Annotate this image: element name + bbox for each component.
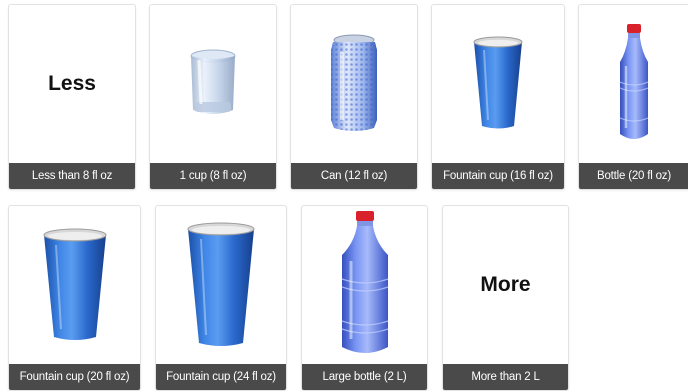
option-image: Less: [9, 5, 135, 163]
option-label: Bottle (20 fl oz): [579, 163, 688, 189]
option-label: Can (12 fl oz): [291, 163, 417, 189]
large-bottle-icon: [341, 211, 388, 353]
option-image: [302, 206, 427, 364]
fountain-cup-icon: [43, 228, 106, 340]
more-text-icon: More: [480, 273, 531, 296]
option-less-than-8-oz[interactable]: Less Less than 8 fl oz: [8, 4, 136, 190]
option-label: Fountain cup (16 fl oz): [432, 163, 564, 189]
option-image: [9, 206, 140, 364]
fountain-cup-icon: [473, 36, 523, 129]
option-label: More than 2 L: [443, 364, 568, 390]
option-fountain-cup-16[interactable]: Fountain cup (16 fl oz): [431, 4, 565, 190]
option-fountain-cup-24[interactable]: Fountain cup (24 fl oz): [155, 205, 287, 391]
option-large-bottle[interactable]: Large bottle (2 L): [301, 205, 428, 391]
option-image: [432, 5, 564, 163]
bottle-icon: [619, 24, 649, 139]
option-label: Less than 8 fl oz: [9, 163, 135, 189]
option-label: 1 cup (8 fl oz): [150, 163, 276, 189]
option-1-cup[interactable]: 1 cup (8 fl oz): [149, 4, 277, 190]
option-can[interactable]: Can (12 fl oz): [290, 4, 418, 190]
option-bottle-20[interactable]: Bottle (20 fl oz): [578, 4, 688, 190]
option-image: [150, 5, 276, 163]
option-label: Fountain cup (24 fl oz): [156, 364, 286, 390]
soda-can-icon: [331, 34, 377, 131]
option-label: Fountain cup (20 fl oz): [9, 364, 140, 390]
option-image: [156, 206, 286, 364]
option-image: More: [443, 206, 568, 364]
glass-cup-icon: [190, 49, 236, 114]
fountain-cup-icon: [187, 222, 255, 346]
option-image: [579, 5, 688, 163]
option-image: [291, 5, 417, 163]
option-more-than-2l[interactable]: More More than 2 L: [442, 205, 569, 391]
option-fountain-cup-20[interactable]: Fountain cup (20 fl oz): [8, 205, 141, 391]
less-text-icon: Less: [48, 72, 96, 95]
option-label: Large bottle (2 L): [302, 364, 427, 390]
